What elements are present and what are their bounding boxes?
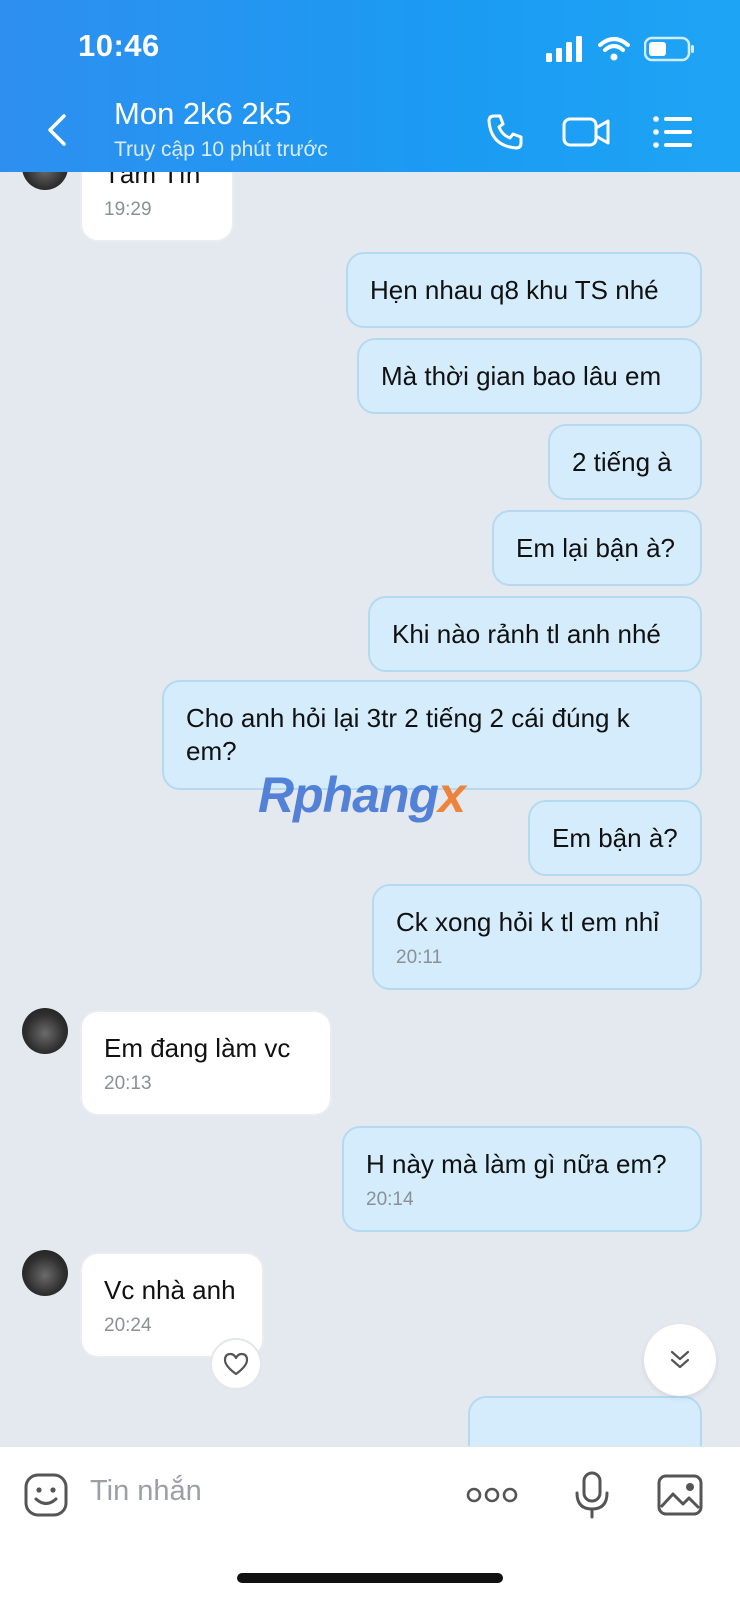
- status-icons: [546, 34, 696, 64]
- more-icon: [466, 1487, 518, 1503]
- sticker-button[interactable]: [20, 1469, 72, 1521]
- outgoing-message[interactable]: Hẹn nhau q8 khu TS nhé: [346, 252, 702, 328]
- watermark-text: Rphang: [258, 767, 439, 823]
- contact-avatar[interactable]: [22, 1250, 68, 1296]
- message-input[interactable]: Tin nhắn: [90, 1475, 202, 1508]
- message-text: Khi nào rảnh tl anh nhé: [392, 619, 661, 649]
- watermark-accent: x: [438, 767, 466, 823]
- message-text: Ck xong hỏi k tl em nhỉ: [396, 907, 660, 937]
- message-text: Vc nhà anh: [104, 1275, 236, 1305]
- voice-call-button[interactable]: [480, 110, 530, 154]
- conversation-menu-button[interactable]: [648, 110, 698, 154]
- outgoing-message[interactable]: 2 tiếng à: [548, 424, 702, 500]
- message-text: Em bận à?: [552, 823, 678, 853]
- outgoing-message-partial[interactable]: [468, 1396, 702, 1446]
- watermark-logo: Rphangx: [258, 766, 466, 824]
- message-text: 2 tiếng à: [572, 447, 672, 477]
- outgoing-message[interactable]: Ck xong hỏi k tl em nhỉ 20:11: [372, 884, 702, 990]
- incoming-message[interactable]: Em đang làm vc 20:13: [80, 1010, 332, 1116]
- more-button[interactable]: [466, 1469, 518, 1521]
- back-button[interactable]: [40, 112, 76, 148]
- outgoing-message[interactable]: Khi nào rảnh tl anh nhé: [368, 596, 702, 672]
- video-call-icon: [562, 117, 610, 147]
- chat-header: 10:46 Mon 2k6 2k5 Truy cập 10 phút trước: [0, 0, 740, 172]
- back-icon: [48, 114, 66, 146]
- message-text: Cho anh hỏi lại 3tr 2 tiếng 2 cái đúng k…: [186, 703, 630, 766]
- message-text: Tâm Tín: [104, 172, 201, 189]
- menu-icon: [653, 116, 692, 148]
- battery-icon: [644, 36, 694, 62]
- signal-icon: [546, 36, 582, 62]
- last-seen-status: Truy cập 10 phút trước: [114, 138, 328, 161]
- wifi-icon: [598, 37, 630, 61]
- image-icon: [657, 1474, 703, 1516]
- chevron-double-down-icon: [670, 1350, 690, 1369]
- contact-avatar[interactable]: [22, 1008, 68, 1054]
- message-composer: Tin nhắn: [0, 1446, 740, 1601]
- message-text: H này mà làm gì nữa em?: [366, 1149, 667, 1179]
- phone-icon: [487, 114, 523, 150]
- voice-message-button[interactable]: [566, 1469, 618, 1521]
- heart-icon: [223, 1352, 249, 1376]
- message-text: Mà thời gian bao lâu em: [381, 361, 662, 391]
- react-button[interactable]: [210, 1338, 262, 1390]
- outgoing-message[interactable]: Em lại bận à?: [492, 510, 702, 586]
- contact-avatar[interactable]: [22, 172, 68, 190]
- sticker-icon: [24, 1473, 68, 1517]
- microphone-icon: [575, 1471, 609, 1519]
- outgoing-message[interactable]: Mà thời gian bao lâu em: [357, 338, 702, 414]
- home-indicator[interactable]: [237, 1573, 503, 1583]
- message-text: Hẹn nhau q8 khu TS nhé: [370, 275, 659, 305]
- outgoing-message[interactable]: H này mà làm gì nữa em? 20:14: [342, 1126, 702, 1232]
- video-call-button[interactable]: [562, 110, 612, 154]
- message-time: 19:29: [104, 199, 152, 220]
- image-picker-button[interactable]: [654, 1469, 706, 1521]
- incoming-message[interactable]: Tâm Tín 19:29: [80, 172, 234, 242]
- message-text: Em lại bận à?: [516, 533, 675, 563]
- message-time: 20:13: [104, 1073, 152, 1094]
- conversation-title[interactable]: Mon 2k6 2k5: [114, 96, 292, 132]
- message-text: Em đang làm vc: [104, 1033, 291, 1063]
- outgoing-message[interactable]: Em bận à?: [528, 800, 702, 876]
- message-time: 20:14: [366, 1189, 414, 1210]
- message-time: 20:11: [396, 947, 443, 968]
- scroll-to-bottom-button[interactable]: [644, 1324, 716, 1396]
- status-time: 10:46: [78, 28, 160, 63]
- message-time: 20:24: [104, 1315, 152, 1336]
